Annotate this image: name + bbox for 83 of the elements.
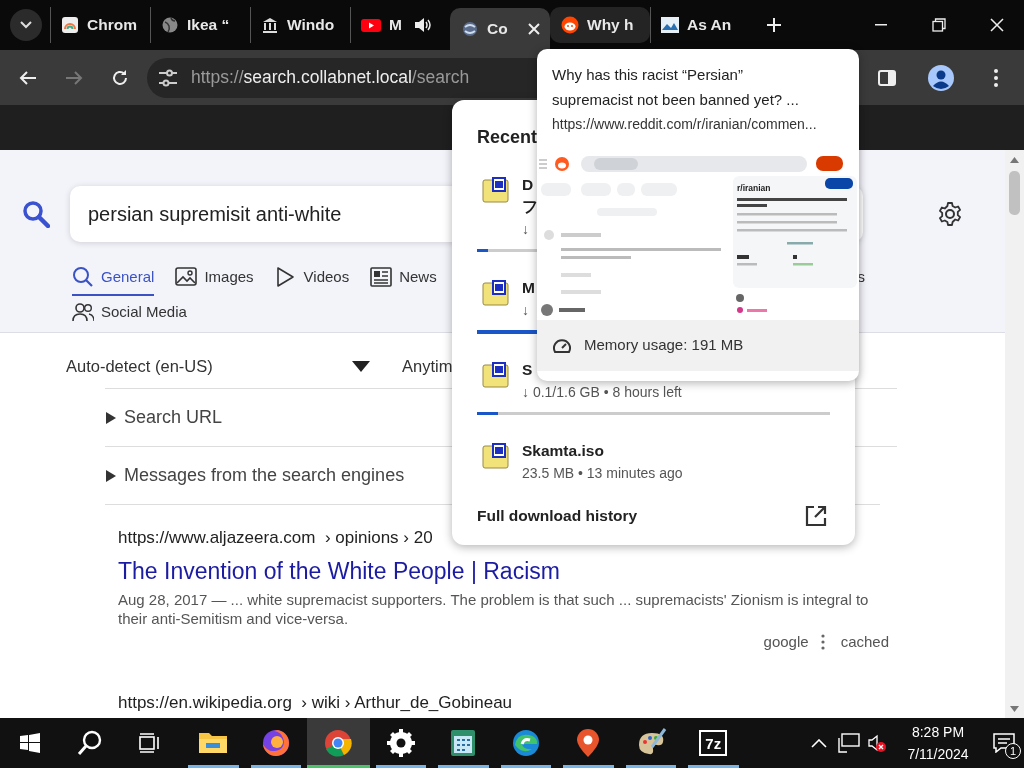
scroll-up-icon xyxy=(1010,157,1019,163)
download-status: ↓ 0.1/1.6 GB • 8 hours left xyxy=(522,383,682,402)
notification-icon[interactable] xyxy=(993,733,1015,753)
image-icon xyxy=(661,16,679,34)
search-icon xyxy=(72,266,94,288)
site-info-icon xyxy=(157,67,179,88)
file-icon xyxy=(482,279,509,306)
taskbar-app-button[interactable] xyxy=(307,718,370,768)
globe-icon xyxy=(161,16,179,34)
taskbar-app-button[interactable]: 7z xyxy=(682,718,745,768)
settings-icon[interactable] xyxy=(937,201,963,227)
scroll-down-icon xyxy=(1010,706,1019,712)
search-icon[interactable] xyxy=(22,200,50,228)
settings-icon xyxy=(384,727,417,759)
caret-down-icon xyxy=(352,360,370,372)
engine-label: google xyxy=(763,632,809,652)
network-icon xyxy=(838,733,860,753)
preview-url: https://www.reddit.com/r/iranian/commen... xyxy=(551,115,818,134)
chevron-up-icon xyxy=(811,738,827,748)
result-url: https://www.aljazeera.com › opinions › 20 xyxy=(118,527,434,549)
tab[interactable]: Chrom xyxy=(50,7,150,43)
task-view-icon xyxy=(139,733,161,753)
restore-icon xyxy=(932,18,946,32)
close-icon xyxy=(990,18,1004,32)
tab[interactable]: As An xyxy=(650,7,750,43)
external-link-icon[interactable] xyxy=(805,504,827,527)
browser-icon xyxy=(322,727,355,759)
scrollbar-thumb[interactable] xyxy=(1009,171,1020,215)
file-icon xyxy=(482,442,509,469)
columns-icon xyxy=(261,16,279,34)
tab[interactable]: Co xyxy=(450,8,550,50)
file-name[interactable]: Skamta.iso xyxy=(522,440,683,462)
chevron-down-icon xyxy=(20,21,32,29)
tab[interactable]: Ikea “ xyxy=(150,7,250,43)
file-icon xyxy=(482,361,509,388)
windows-icon xyxy=(20,733,40,753)
language-dropdown[interactable]: Auto-detect (en-US) xyxy=(66,353,370,379)
category-tab[interactable]: Images xyxy=(175,260,254,296)
category-tab[interactable]: News xyxy=(370,260,437,296)
tab-search-button[interactable] xyxy=(10,9,42,41)
more-dots-icon xyxy=(820,634,825,651)
plus-icon xyxy=(766,17,782,33)
result-url: https://en.wikipedia.org › wiki › Arthur_de_Gobineau xyxy=(118,691,514,714)
play-icon xyxy=(361,16,381,34)
swirl-icon xyxy=(461,20,479,38)
clock-time[interactable]: 8:28 PM xyxy=(896,721,980,743)
download-status: ↓ xyxy=(522,220,530,239)
category-tab[interactable]: General xyxy=(72,260,155,296)
file-name[interactable]: D xyxy=(522,174,538,196)
result-title-link[interactable]: The Invention of the White People | Racism xyxy=(118,553,560,588)
download-status: ↓ xyxy=(522,301,530,320)
close-icon[interactable] xyxy=(528,23,540,35)
notification-count: 1 xyxy=(1005,743,1021,759)
tab[interactable]: Windo xyxy=(250,7,350,43)
time-range-dropdown[interactable]: Anytim xyxy=(402,353,453,379)
play-icon xyxy=(274,266,297,288)
download-status: 23.5 MB • 13 minutes ago xyxy=(522,464,683,483)
file-name[interactable]: M xyxy=(522,277,535,299)
clock-date[interactable]: 7/11/2024 xyxy=(896,743,980,765)
newspaper-icon xyxy=(370,266,393,288)
minimize-icon xyxy=(875,24,887,26)
logo-icon xyxy=(561,16,579,34)
file-name-continued: フ xyxy=(522,197,538,217)
category-tab[interactable]: Videos xyxy=(274,260,350,296)
search-icon xyxy=(77,730,103,756)
menu-icon xyxy=(994,68,998,87)
image-icon xyxy=(175,266,198,288)
subreddit-name: r/iranian xyxy=(737,183,771,193)
account-icon xyxy=(928,64,954,91)
tab[interactable]: Why h xyxy=(550,7,650,43)
gauge-icon xyxy=(552,336,572,355)
side-panel-icon xyxy=(878,69,896,86)
category-tab[interactable]: Social Media xyxy=(72,295,187,331)
reload-icon xyxy=(111,68,129,87)
people-icon xyxy=(72,301,94,323)
tab[interactable]: M xyxy=(350,7,450,43)
file-icon xyxy=(482,176,509,203)
rainbow-icon xyxy=(61,16,79,34)
history-link[interactable]: Full download history xyxy=(477,504,638,528)
cached-link[interactable]: cached xyxy=(840,631,889,654)
scrollbar[interactable] xyxy=(1005,150,1024,718)
memory-usage-text: Memory usage: 191 MB xyxy=(584,335,744,356)
result-snippet: Aug 28, 2017 — ... white supremacist supporters. The problem is that such ... supremacists' Zionism is integral to their anti-Semitism and vice-versa. xyxy=(118,590,870,628)
